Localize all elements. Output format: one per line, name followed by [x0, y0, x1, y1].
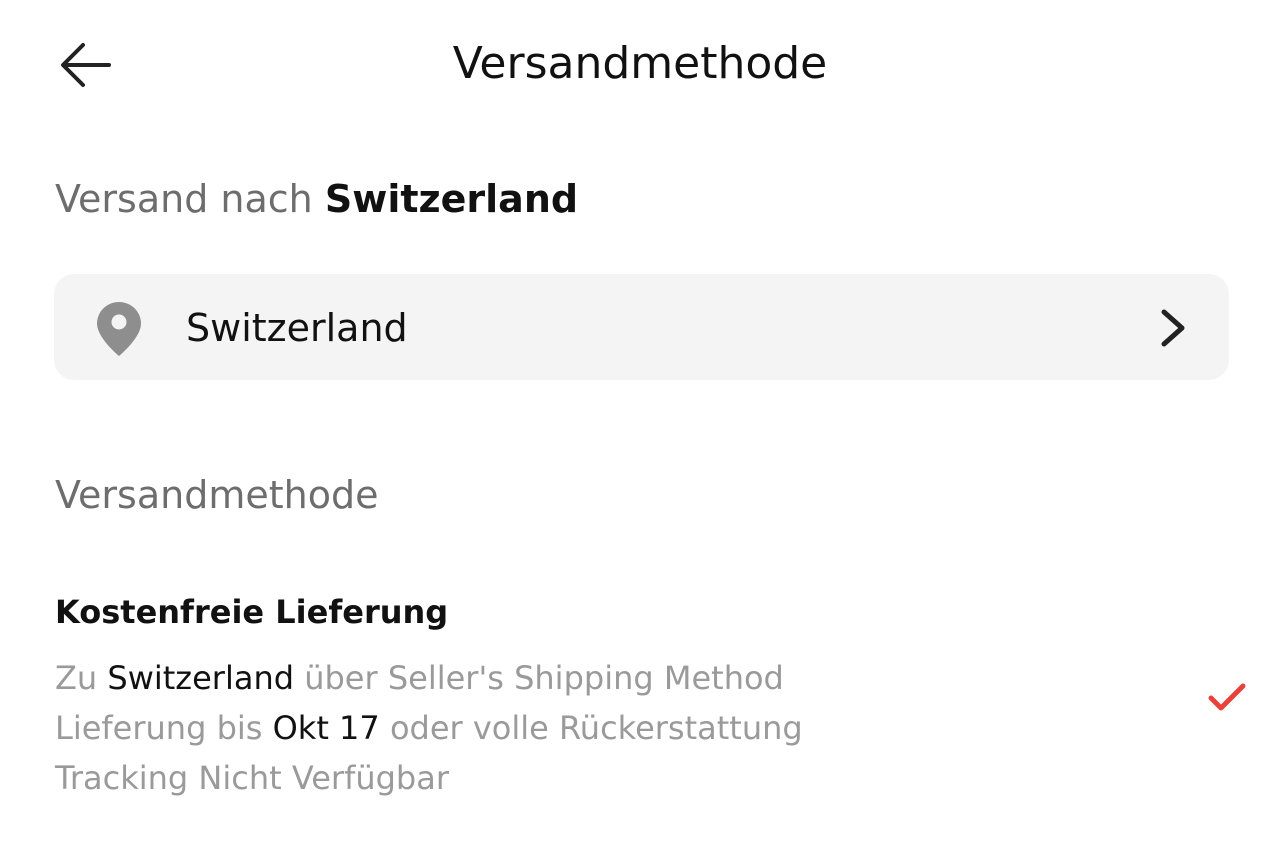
- shipping-option-tracking: Tracking Nicht Verfügbar: [55, 759, 449, 797]
- delivery-suffix: oder volle Rückerstattung: [389, 709, 803, 747]
- shipping-option-delivery-date: Lieferung bis Okt 17 oder volle Rückerst…: [55, 706, 803, 750]
- country-selector-value: Switzerland: [186, 306, 408, 350]
- route-suffix: über Seller's Shipping Method: [304, 659, 784, 697]
- ship-to-heading: Versand nach Switzerland: [55, 172, 578, 226]
- route-prefix: Zu: [55, 659, 98, 697]
- page-title: Versandmethode: [452, 38, 828, 89]
- route-country: Switzerland: [107, 659, 295, 697]
- shipping-method-section-label: Versandmethode: [55, 473, 379, 517]
- shipping-method-page: Versandmethode Versand nach Switzerland …: [0, 0, 1280, 860]
- checkmark-icon: [1208, 683, 1246, 711]
- location-pin-icon: [97, 302, 141, 356]
- shipping-option-title: Kostenfreie Lieferung: [55, 593, 449, 631]
- delivery-prefix: Lieferung bis: [55, 709, 263, 747]
- shipping-option-route: Zu Switzerland über Seller's Shipping Me…: [55, 656, 784, 700]
- ship-to-country: Switzerland: [324, 177, 579, 221]
- chevron-right-icon: [1161, 309, 1185, 347]
- ship-to-prefix: Versand nach: [55, 177, 313, 221]
- delivery-date: Okt 17: [272, 709, 380, 747]
